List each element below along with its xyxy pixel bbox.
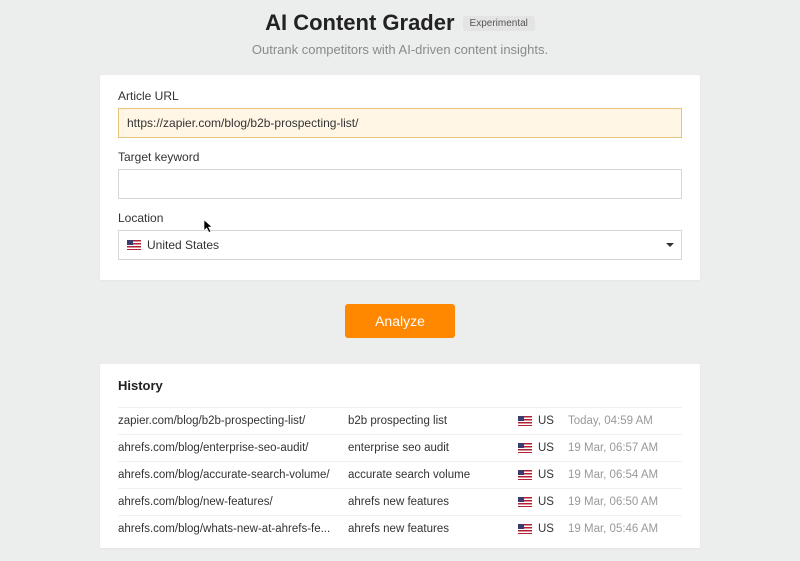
history-time: Today, 04:59 AM (568, 415, 682, 427)
page-title: AI Content Grader (265, 10, 454, 36)
history-list: zapier.com/blog/b2b-prospecting-list/b2b… (118, 407, 682, 542)
target-keyword-input[interactable] (118, 169, 682, 199)
history-row[interactable]: ahrefs.com/blog/whats-new-at-ahrefs-fe..… (118, 515, 682, 542)
page-subtitle: Outrank competitors with AI-driven conte… (100, 42, 700, 57)
history-row[interactable]: zapier.com/blog/b2b-prospecting-list/b2b… (118, 407, 682, 434)
history-url: ahrefs.com/blog/accurate-search-volume/ (118, 469, 348, 481)
target-keyword-label: Target keyword (118, 150, 682, 164)
history-keyword: ahrefs new features (348, 523, 518, 535)
us-flag-icon (127, 240, 141, 250)
history-keyword: ahrefs new features (348, 496, 518, 508)
location-label: Location (118, 211, 682, 225)
chevron-down-icon (666, 243, 674, 247)
us-flag-icon (518, 470, 532, 480)
us-flag-icon (518, 443, 532, 453)
history-keyword: enterprise seo audit (348, 442, 518, 454)
history-time: 19 Mar, 05:46 AM (568, 523, 682, 535)
location-select[interactable]: United States (118, 230, 682, 260)
form-card: Article URL Target keyword Location Unit… (100, 75, 700, 280)
history-url: ahrefs.com/blog/whats-new-at-ahrefs-fe..… (118, 523, 348, 535)
history-time: 19 Mar, 06:54 AM (568, 469, 682, 481)
history-time: 19 Mar, 06:50 AM (568, 496, 682, 508)
history-row[interactable]: ahrefs.com/blog/new-features/ahrefs new … (118, 488, 682, 515)
us-flag-icon (518, 416, 532, 426)
us-flag-icon (518, 524, 532, 534)
us-flag-icon (518, 497, 532, 507)
history-keyword: b2b prospecting list (348, 415, 518, 427)
history-time: 19 Mar, 06:57 AM (568, 442, 682, 454)
analyze-button[interactable]: Analyze (345, 304, 455, 338)
history-location: US (518, 496, 568, 508)
history-url: zapier.com/blog/b2b-prospecting-list/ (118, 415, 348, 427)
history-url: ahrefs.com/blog/enterprise-seo-audit/ (118, 442, 348, 454)
history-location: US (518, 469, 568, 481)
history-location: US (518, 415, 568, 427)
article-url-label: Article URL (118, 89, 682, 103)
history-keyword: accurate search volume (348, 469, 518, 481)
experimental-badge: Experimental (463, 16, 535, 31)
history-card: History zapier.com/blog/b2b-prospecting-… (100, 364, 700, 548)
location-value: United States (147, 238, 219, 252)
history-location: US (518, 442, 568, 454)
page-header: AI Content Grader Experimental Outrank c… (100, 10, 700, 57)
history-row[interactable]: ahrefs.com/blog/accurate-search-volume/a… (118, 461, 682, 488)
history-row[interactable]: ahrefs.com/blog/enterprise-seo-audit/ent… (118, 434, 682, 461)
article-url-input[interactable] (118, 108, 682, 138)
history-url: ahrefs.com/blog/new-features/ (118, 496, 348, 508)
history-location: US (518, 523, 568, 535)
history-title: History (118, 378, 682, 393)
